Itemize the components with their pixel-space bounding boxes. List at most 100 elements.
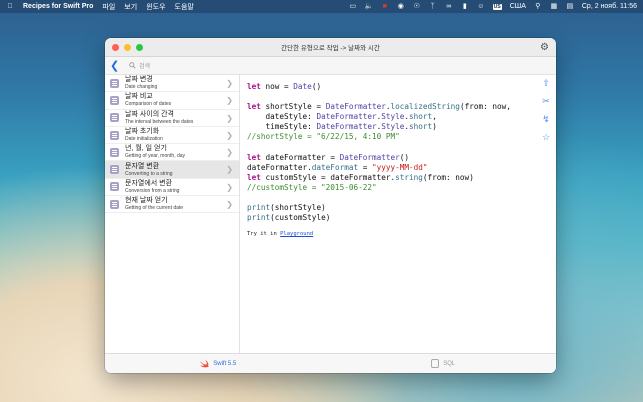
recipe-icon [110, 182, 119, 192]
back-button[interactable]: ❮ [110, 60, 122, 72]
sort-icon[interactable]: ↯ [540, 113, 552, 125]
code-token: (customStyle) [270, 213, 331, 223]
search-icon [129, 62, 136, 69]
code-line: print(shortStyle) [247, 203, 556, 213]
item-title: 현재 날짜 얻기 [125, 197, 168, 205]
chevron-right-icon: ❯ [226, 182, 233, 192]
item-subtitle: Getting of the current date [125, 205, 184, 212]
code-token: localizedString [390, 102, 460, 112]
menu-app-name[interactable]: Recipes for Swift Pro [23, 3, 93, 10]
code-token: (shortStyle) [270, 203, 326, 213]
bluetooth-icon[interactable]: ᛉ [429, 3, 437, 10]
item-title: 날짜 초기화 [125, 128, 160, 136]
chevron-right-icon: ❯ [226, 79, 233, 88]
code-line: //customStyle = "2015-06-22" [247, 183, 556, 193]
mute-icon[interactable]: 🔈 [365, 3, 374, 10]
scissors-icon[interactable]: ✂ [540, 95, 552, 107]
playground-link[interactable]: Playground [280, 231, 313, 237]
code-token: let [247, 102, 261, 112]
item-subtitle: Converting to a string [125, 170, 173, 177]
chevron-right-icon: ❯ [226, 165, 233, 175]
code-token: timeStyle: [247, 122, 317, 132]
item-subtitle: Getting of year, month, day [125, 153, 186, 160]
share-icon[interactable]: ⇧ [540, 77, 552, 89]
menu-window[interactable]: 윈도우 [146, 2, 165, 12]
red-app-icon[interactable]: ■ [381, 3, 389, 10]
try-it-label: Try it in [247, 231, 281, 238]
menu-help[interactable]: 도움말 [175, 2, 194, 12]
tab-swift[interactable]: Swift 5.5 [105, 359, 331, 368]
search-icon[interactable]: ⚲ [534, 3, 542, 10]
screen-icon[interactable]: ▭ [349, 3, 357, 10]
recipe-icon [110, 199, 119, 209]
apple-menu-icon[interactable]:  [6, 3, 14, 10]
swift-icon [200, 359, 209, 368]
item-subtitle: The interval between the dates [125, 118, 194, 125]
list-item[interactable]: 문자열 변환 Converting to a string ❯ [105, 161, 239, 179]
recipe-icon [110, 78, 119, 88]
code-line: let dateFormatter = DateFormatter() [247, 153, 556, 163]
code-token: let [247, 172, 261, 182]
star-icon[interactable]: ☆ [540, 131, 552, 143]
search-placeholder: 검색 [139, 64, 151, 70]
code-token: Style [381, 112, 405, 122]
code-token: ) [432, 122, 437, 132]
list-item[interactable]: 문자열에서 변환 Conversion from a string ❯ [105, 179, 239, 197]
code-token: //shortStyle = "6/22/15, 4:10 PM" [247, 132, 400, 142]
tab-sql-label: SQL [443, 360, 456, 367]
chevron-right-icon: ❯ [226, 200, 233, 210]
menu-file[interactable]: 파일 [102, 2, 115, 12]
code-block[interactable]: let now = Date() let shortStyle = DateFo… [247, 82, 556, 223]
menu-extra-icon[interactable]: ▤ [566, 3, 574, 10]
code-token: //customStyle = "2015-06-22" [247, 182, 377, 192]
keyboard-layout[interactable]: США [510, 3, 526, 10]
control-center-icon[interactable]: ▦ [550, 3, 558, 10]
globe-icon[interactable]: ☉ [413, 3, 421, 10]
item-subtitle: Conversion from a string [125, 187, 180, 194]
item-title: 날짜 사이의 간격 [125, 110, 174, 118]
code-token: let [247, 152, 261, 162]
code-token: dateFormat [311, 162, 359, 172]
code-token: customStyle = dateFormatter. [260, 172, 396, 182]
recipe-icon [110, 147, 119, 157]
list-item[interactable]: 현재 날짜 얻기 Getting of the current date ❯ [105, 196, 239, 214]
side-actions: ⇧ ✂ ↯ ☆ [540, 77, 552, 143]
code-token: short [409, 112, 433, 122]
recipe-list: 날짜 변경 Date changing ❯ 날짜 비교 Comparison of da… [105, 75, 240, 353]
code-token: DateFormatter [325, 102, 386, 112]
list-item[interactable]: 날짜 사이의 간격 The interval between the dates ❯ [105, 110, 239, 127]
item-subtitle: Date changing [125, 84, 158, 91]
user-icon[interactable]: ☺ [477, 3, 485, 10]
minimize-button[interactable] [124, 43, 131, 51]
title-bar: 간단한 유형으로 작업 -> 날짜와 시간 ⚙ [105, 38, 556, 57]
list-item[interactable]: 날짜 변경 Date changing ❯ [105, 75, 239, 93]
chevron-right-icon: ❯ [226, 130, 233, 140]
clock[interactable]: Ср, 2 нояб. 11:56 [582, 3, 637, 10]
code-token: () [311, 82, 322, 91]
code-token: (from: now) [422, 172, 474, 182]
close-button[interactable] [112, 43, 119, 51]
tab-sql[interactable]: SQL [331, 359, 557, 368]
input-source-icon[interactable]: US [492, 3, 502, 10]
battery-icon[interactable]: ▮ [461, 3, 469, 10]
menu-view[interactable]: 보기 [124, 2, 137, 12]
gear-icon[interactable]: ⚙ [539, 42, 550, 53]
link-icon[interactable]: ∞ [445, 3, 453, 10]
list-item[interactable]: 날짜 비교 Comparison of dates ❯ [105, 92, 239, 110]
code-token: Style [381, 122, 405, 132]
code-token: dateStyle: [247, 112, 317, 122]
zoom-button[interactable] [136, 43, 143, 51]
search-field[interactable]: 검색 [129, 61, 150, 70]
vpn-icon[interactable]: ◉ [397, 3, 405, 10]
chevron-right-icon: ❯ [226, 96, 233, 106]
list-item[interactable]: 날짜 초기화 Date initialization ❯ [105, 127, 239, 145]
code-token: Date [293, 82, 312, 91]
code-token: DateFormatter [339, 152, 400, 162]
window-title: 간단한 유형으로 작업 -> 날짜와 시간 [281, 45, 380, 52]
code-token: = [358, 162, 372, 172]
list-item[interactable]: 년, 월, 일 얻기 Getting of year, month, day ❯ [105, 144, 239, 162]
chevron-right-icon: ❯ [226, 113, 233, 123]
code-token: print [247, 203, 271, 213]
